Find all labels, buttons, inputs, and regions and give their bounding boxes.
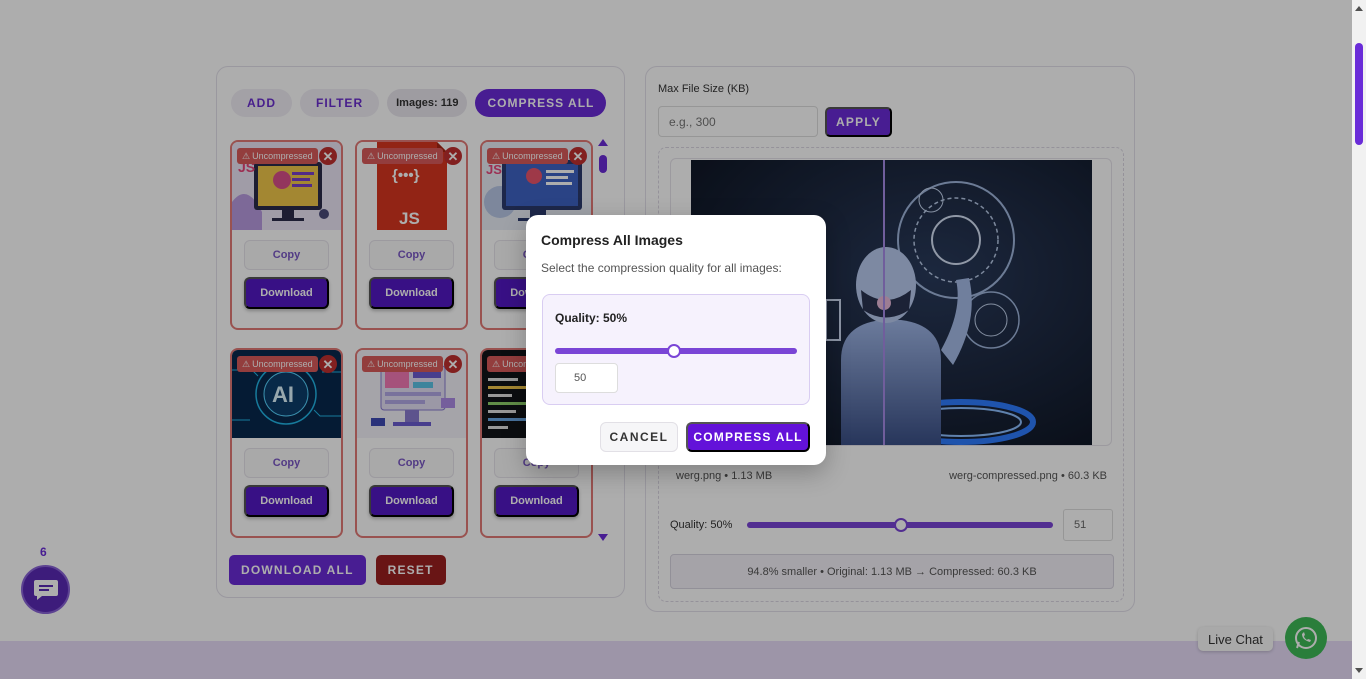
dialog-title: Compress All Images	[541, 232, 683, 248]
dialog-quality-input[interactable]: 50	[555, 363, 618, 393]
page-scroll-down-icon[interactable]	[1355, 668, 1363, 673]
dialog-quality-label: Quality: 50%	[555, 311, 628, 325]
dialog-quality-slider[interactable]	[555, 343, 797, 359]
cancel-button[interactable]: CANCEL	[600, 422, 678, 452]
compress-all-confirm-button[interactable]: COMPRESS ALL	[686, 422, 810, 452]
dialog-subtitle: Select the compression quality for all i…	[541, 261, 782, 275]
page-scrollbar[interactable]	[1352, 0, 1366, 679]
page-scroll-up-icon[interactable]	[1355, 6, 1363, 11]
page-scroll-thumb[interactable]	[1355, 43, 1363, 145]
quality-control-box: Quality: 50% 50	[542, 294, 810, 405]
compress-all-dialog: Compress All Images Select the compressi…	[526, 215, 826, 465]
